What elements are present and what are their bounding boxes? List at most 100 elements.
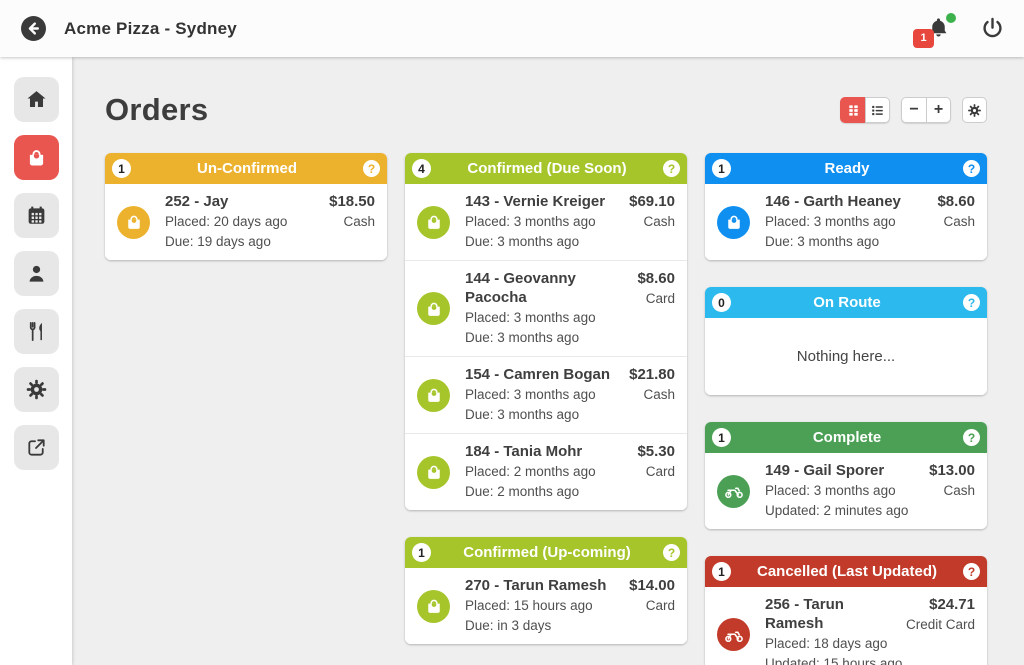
panel-complete: 1 Complete 149 - Gail Sporer Placed: 3 m… — [705, 422, 987, 529]
panel-header: 1 Ready — [705, 153, 987, 184]
order-card[interactable]: 184 - Tania Mohr Placed: 2 months ago Du… — [405, 433, 687, 510]
order-price: $14.00 — [629, 576, 675, 595]
order-title: 184 - Tania Mohr — [465, 442, 637, 461]
order-payment: Cash — [629, 385, 675, 405]
order-card[interactable]: 252 - Jay Placed: 20 days ago Due: 19 da… — [105, 184, 387, 260]
help-icon[interactable] — [363, 160, 380, 177]
order-card[interactable]: 143 - Vernie Kreiger Placed: 3 months ag… — [405, 184, 687, 260]
sidebar — [0, 57, 72, 665]
orders-board: 1 Un-Confirmed 252 - Jay Placed: 20 days… — [105, 153, 991, 665]
sidebar-item-settings[interactable] — [14, 367, 59, 412]
order-card[interactable]: 256 - Tarun Ramesh Placed: 18 days ago U… — [705, 587, 987, 665]
motorcycle-icon — [717, 475, 750, 508]
sidebar-item-calendar[interactable] — [14, 193, 59, 238]
order-price: $8.60 — [937, 192, 975, 211]
panel-on-route: 0 On Route Nothing here... — [705, 287, 987, 395]
order-title: 154 - Camren Bogan — [465, 365, 629, 384]
order-due: Due: in 3 days — [465, 616, 629, 636]
panel-cancelled-last-updated: 1 Cancelled (Last Updated) 256 - Tarun R… — [705, 556, 987, 665]
panel-title: Ready — [731, 160, 963, 177]
sidebar-item-external[interactable] — [14, 425, 59, 470]
panel-title: On Route — [731, 294, 963, 311]
order-title: 149 - Gail Sporer — [765, 461, 929, 480]
order-due: Updated: 15 hours ago — [765, 654, 906, 665]
board-settings-button[interactable] — [962, 97, 987, 123]
order-title: 252 - Jay — [165, 192, 329, 211]
shopping-bag-icon — [417, 456, 450, 489]
order-card[interactable]: 154 - Camren Bogan Placed: 3 months ago … — [405, 356, 687, 433]
count-badge: 1 — [112, 159, 131, 178]
help-icon[interactable] — [963, 563, 980, 580]
order-placed: Placed: 3 months ago — [765, 212, 937, 232]
order-due: Due: 3 months ago — [465, 232, 629, 252]
order-placed: Placed: 3 months ago — [465, 212, 629, 232]
panel-body: 252 - Jay Placed: 20 days ago Due: 19 da… — [105, 184, 387, 260]
count-badge: 0 — [712, 293, 731, 312]
zoom-in-button[interactable]: + — [926, 97, 951, 123]
board-column: 1 Ready 146 - Garth Heaney Placed: 3 mon… — [705, 153, 987, 665]
order-card[interactable]: 270 - Tarun Ramesh Placed: 15 hours ago … — [405, 568, 687, 644]
sidebar-item-menu[interactable] — [14, 309, 59, 354]
order-due: Updated: 2 minutes ago — [765, 501, 929, 521]
order-placed: Placed: 15 hours ago — [465, 596, 629, 616]
panel-body: 143 - Vernie Kreiger Placed: 3 months ag… — [405, 184, 687, 510]
back-arrow-icon — [20, 15, 47, 42]
help-icon[interactable] — [663, 544, 680, 561]
order-placed: Placed: 3 months ago — [465, 308, 637, 328]
order-payment: Cash — [629, 212, 675, 232]
panel-header: 1 Complete — [705, 422, 987, 453]
page-title: Orders — [105, 92, 208, 128]
shopping-bag-icon — [417, 292, 450, 325]
sidebar-item-orders[interactable] — [14, 135, 59, 180]
panel-body: 256 - Tarun Ramesh Placed: 18 days ago U… — [705, 587, 987, 665]
app-header: Acme Pizza - Sydney 1 — [0, 0, 1024, 57]
order-card[interactable]: 146 - Garth Heaney Placed: 3 months ago … — [705, 184, 987, 260]
gear-icon — [25, 378, 48, 401]
order-price: $24.71 — [906, 595, 975, 614]
order-title: 256 - Tarun Ramesh — [765, 595, 906, 633]
panel-header: 1 Cancelled (Last Updated) — [705, 556, 987, 587]
panel-confirmed-due-soon: 4 Confirmed (Due Soon) 143 - Vernie Krei… — [405, 153, 687, 510]
count-badge: 1 — [712, 428, 731, 447]
home-icon — [25, 88, 48, 111]
order-card[interactable]: 144 - Geovanny Pacocha Placed: 3 months … — [405, 260, 687, 356]
order-price: $18.50 — [329, 192, 375, 211]
order-price: $69.10 — [629, 192, 675, 211]
notifications-button[interactable]: 1 — [926, 15, 952, 43]
gear-icon — [967, 103, 982, 118]
panel-header: 1 Un-Confirmed — [105, 153, 387, 184]
count-badge: 1 — [712, 562, 731, 581]
panel-header: 1 Confirmed (Up-coming) — [405, 537, 687, 568]
power-button[interactable] — [980, 16, 1006, 42]
order-due: Due: 3 months ago — [465, 328, 637, 348]
order-payment: Cash — [937, 212, 975, 232]
back-button[interactable] — [18, 14, 48, 44]
help-icon[interactable] — [963, 294, 980, 311]
order-payment: Card — [637, 462, 675, 482]
main-content: Orders − + 1 Un-Confirmed 252 - Jay Plac… — [72, 57, 1024, 665]
empty-message: Nothing here... — [705, 318, 987, 395]
panel-un-confirmed: 1 Un-Confirmed 252 - Jay Placed: 20 days… — [105, 153, 387, 260]
sidebar-item-home[interactable] — [14, 77, 59, 122]
order-payment: Credit Card — [906, 615, 975, 635]
help-icon[interactable] — [963, 160, 980, 177]
zoom-out-button[interactable]: − — [901, 97, 926, 123]
panel-body: 146 - Garth Heaney Placed: 3 months ago … — [705, 184, 987, 260]
sidebar-item-customers[interactable] — [14, 251, 59, 296]
power-icon — [980, 16, 1005, 41]
order-payment: Cash — [929, 481, 975, 501]
order-card[interactable]: 149 - Gail Sporer Placed: 3 months ago U… — [705, 453, 987, 529]
order-payment: Card — [629, 596, 675, 616]
toolbar: − + — [840, 97, 987, 123]
order-placed: Placed: 3 months ago — [465, 385, 629, 405]
order-price: $21.80 — [629, 365, 675, 384]
list-view-button[interactable] — [865, 97, 890, 123]
grid-view-button[interactable] — [840, 97, 865, 123]
shopping-bag-icon — [25, 146, 48, 169]
notification-count-badge: 1 — [913, 29, 934, 48]
help-icon[interactable] — [963, 429, 980, 446]
help-icon[interactable] — [663, 160, 680, 177]
utensils-icon — [25, 320, 48, 343]
external-link-icon — [25, 436, 48, 459]
order-due: Due: 3 months ago — [465, 405, 629, 425]
